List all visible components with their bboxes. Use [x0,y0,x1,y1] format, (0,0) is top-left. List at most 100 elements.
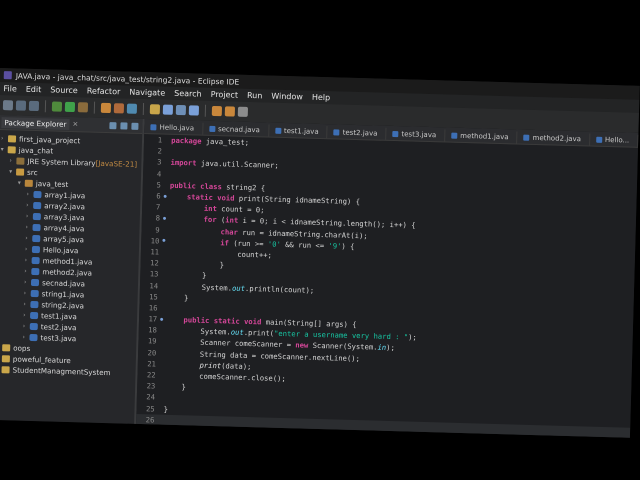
code-token: ); [408,332,417,343]
line-number: 16 [148,303,158,313]
code-token: int [225,215,243,226]
code-token: System. [166,281,233,293]
code-token: in [377,343,387,353]
java-icon [32,223,41,232]
project-icon [2,344,11,352]
line-number: 21 [147,359,157,369]
jre-icon [16,157,25,165]
new-icon[interactable] [2,100,14,111]
run-icon[interactable] [64,101,76,113]
eclipse-window: JAVA.java - java_chat/src/java_test/stri… [0,68,640,438]
line-number: 6 [156,191,161,201]
menu-window[interactable]: Window [271,92,303,102]
package-explorer-tab[interactable]: Package Explorer [1,116,70,130]
menu-refactor[interactable]: Refactor [87,86,121,96]
java-file-icon [274,127,281,134]
eclipse-icon [3,71,12,80]
line-number: 4 [156,169,162,179]
menu-edit[interactable]: Edit [26,85,42,94]
java-icon [30,311,39,320]
menu-navigate[interactable]: Navigate [129,88,165,98]
menu-file[interactable]: File [3,84,17,93]
editor-tab-label: method1.java [460,131,509,142]
editor-tab[interactable]: secnad.java [202,122,270,137]
project-icon [7,146,16,154]
line-number: 13 [149,269,159,279]
line-number: 9 [155,224,160,235]
tree-item-suffix: [JavaSE-21] [95,158,138,169]
close-icon[interactable]: × [72,120,78,128]
code-token: public class [169,180,227,192]
java-file-icon [333,129,340,136]
save-all-icon[interactable] [28,100,40,112]
tree-item-label: test1.java [40,311,77,322]
code-token: java_test; [205,136,250,148]
new-java-project-icon[interactable] [100,102,112,114]
editor-tab-label: secnad.java [217,125,261,135]
java-file-icon [392,130,399,138]
forward-icon[interactable] [224,106,236,117]
line-number: 19 [147,336,157,346]
tree-item-label: array2.java [44,201,86,212]
collapse-all-icon[interactable] [109,121,117,129]
search-icon[interactable] [162,104,174,115]
tree-item-label: test3.java [40,333,77,344]
back-icon[interactable] [211,105,223,117]
code-token: } [163,404,169,414]
java-icon [31,245,41,254]
editor-tab-label: Hello.java [159,123,195,133]
editor-tab[interactable]: method1.java [445,129,518,144]
tree-item-label: java_chat [18,145,54,156]
line-number: 10 [150,236,160,246]
java-icon [32,212,41,221]
editor-tab[interactable]: test1.java [268,124,328,139]
tree-item-label: string2.java [41,300,85,311]
line-number: 1 [157,135,163,145]
code-token: Scanner(System. [312,341,378,353]
editor-tab[interactable]: test3.java [386,127,446,142]
package-explorer: Package Explorer × › first_java_project ▾ j… [0,114,145,424]
menu-help[interactable]: Help [312,93,330,103]
editor-tab[interactable]: test2.java [327,126,387,140]
code-token: for [203,215,222,225]
pin-editor-icon[interactable] [237,106,249,117]
code-token: ) { [341,241,355,251]
code-token: out [231,283,246,293]
line-number: 22 [146,370,156,380]
editor-tab[interactable]: Hello.java [144,121,204,135]
code-token: print [199,360,222,371]
new-package-icon[interactable] [113,103,125,114]
open-type-icon[interactable] [149,104,161,115]
menu-search[interactable]: Search [174,89,202,99]
line-number: 2 [157,146,163,156]
editor-tab[interactable]: Hello... [589,133,639,147]
code-token: import [170,158,201,169]
code-token: } [167,258,225,270]
code-token: ); [386,343,395,353]
code-area[interactable]: 1 package java_test; 2 3 import java.util.Sc… [136,134,638,438]
tree-item-label: array4.java [43,223,85,234]
java-icon [29,333,38,342]
tree-item-label: string1.java [41,289,85,300]
code-token: string2 { [226,182,266,193]
external-tools-icon[interactable] [77,102,89,113]
menu-project[interactable]: Project [211,90,239,100]
link-editor-icon[interactable] [120,121,128,130]
java-icon [33,190,42,199]
menu-source[interactable]: Source [50,85,78,95]
code-token: package [171,135,206,146]
view-menu-icon[interactable] [131,122,139,130]
save-icon[interactable] [15,100,27,111]
code-token: } [164,381,187,392]
new-class-icon[interactable] [126,103,138,114]
toggle-whitespace-icon[interactable] [188,105,200,116]
tree-item-label: oops [13,343,31,353]
toggle-mark-occurrences-icon[interactable] [175,104,187,116]
debug-icon[interactable] [51,101,63,112]
menu-run[interactable]: Run [247,91,263,100]
line-number: 20 [147,347,157,358]
editor-tab[interactable]: method2.java [517,131,591,146]
line-number: 12 [149,258,159,268]
